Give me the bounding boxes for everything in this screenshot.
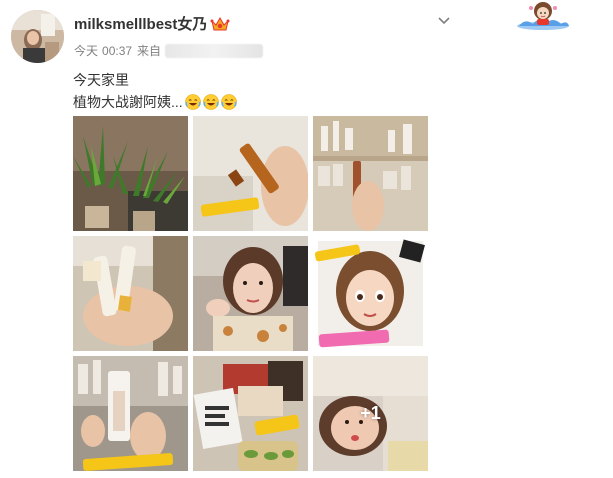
- laughing-tears-emoji: [202, 94, 219, 110]
- lying-selfie-photo[interactable]: +1: [313, 356, 428, 471]
- cartoon-girl-sticker: [515, 0, 571, 30]
- image-grid: +1: [73, 116, 429, 471]
- plants-photo[interactable]: [73, 116, 188, 231]
- post-meta: 今天 00:37 来自: [74, 42, 264, 59]
- more-images-count[interactable]: +1: [313, 356, 428, 471]
- cartoon-avatar-photo[interactable]: [313, 236, 428, 351]
- time-prefix: 今天: [74, 44, 99, 58]
- laughing-tears-emoji: [220, 94, 237, 110]
- snack-boxes-photo[interactable]: [193, 356, 308, 471]
- from-label: 来自: [137, 44, 162, 58]
- blurred-source: [165, 43, 264, 58]
- laughing-tears-emoji: [184, 94, 201, 110]
- post-text-line2: 植物大战謝阿姨...: [73, 92, 237, 112]
- vip-crown-icon[interactable]: [210, 16, 230, 32]
- post-text-line1: 今天家里: [73, 72, 129, 88]
- post-time[interactable]: 00:37: [102, 44, 132, 58]
- username[interactable]: milksmelllbest女乃: [74, 13, 207, 34]
- ampoule-hand-photo[interactable]: [193, 116, 308, 231]
- chevron-down-icon[interactable]: [437, 12, 451, 25]
- avatar[interactable]: [11, 10, 64, 63]
- post-text-line2-content: 植物大战謝阿姨...: [73, 94, 183, 110]
- tube-products-photo[interactable]: [73, 236, 188, 351]
- cosmetics-shelf-photo[interactable]: [313, 116, 428, 231]
- skincare-bottles-photo[interactable]: [73, 356, 188, 471]
- weibo-post: milksmelllbest女乃 今天 00:37 来自 今天家里 植物大战謝阿…: [0, 0, 613, 478]
- selfie-photo[interactable]: [193, 236, 308, 351]
- username-row: milksmelllbest女乃: [74, 13, 230, 34]
